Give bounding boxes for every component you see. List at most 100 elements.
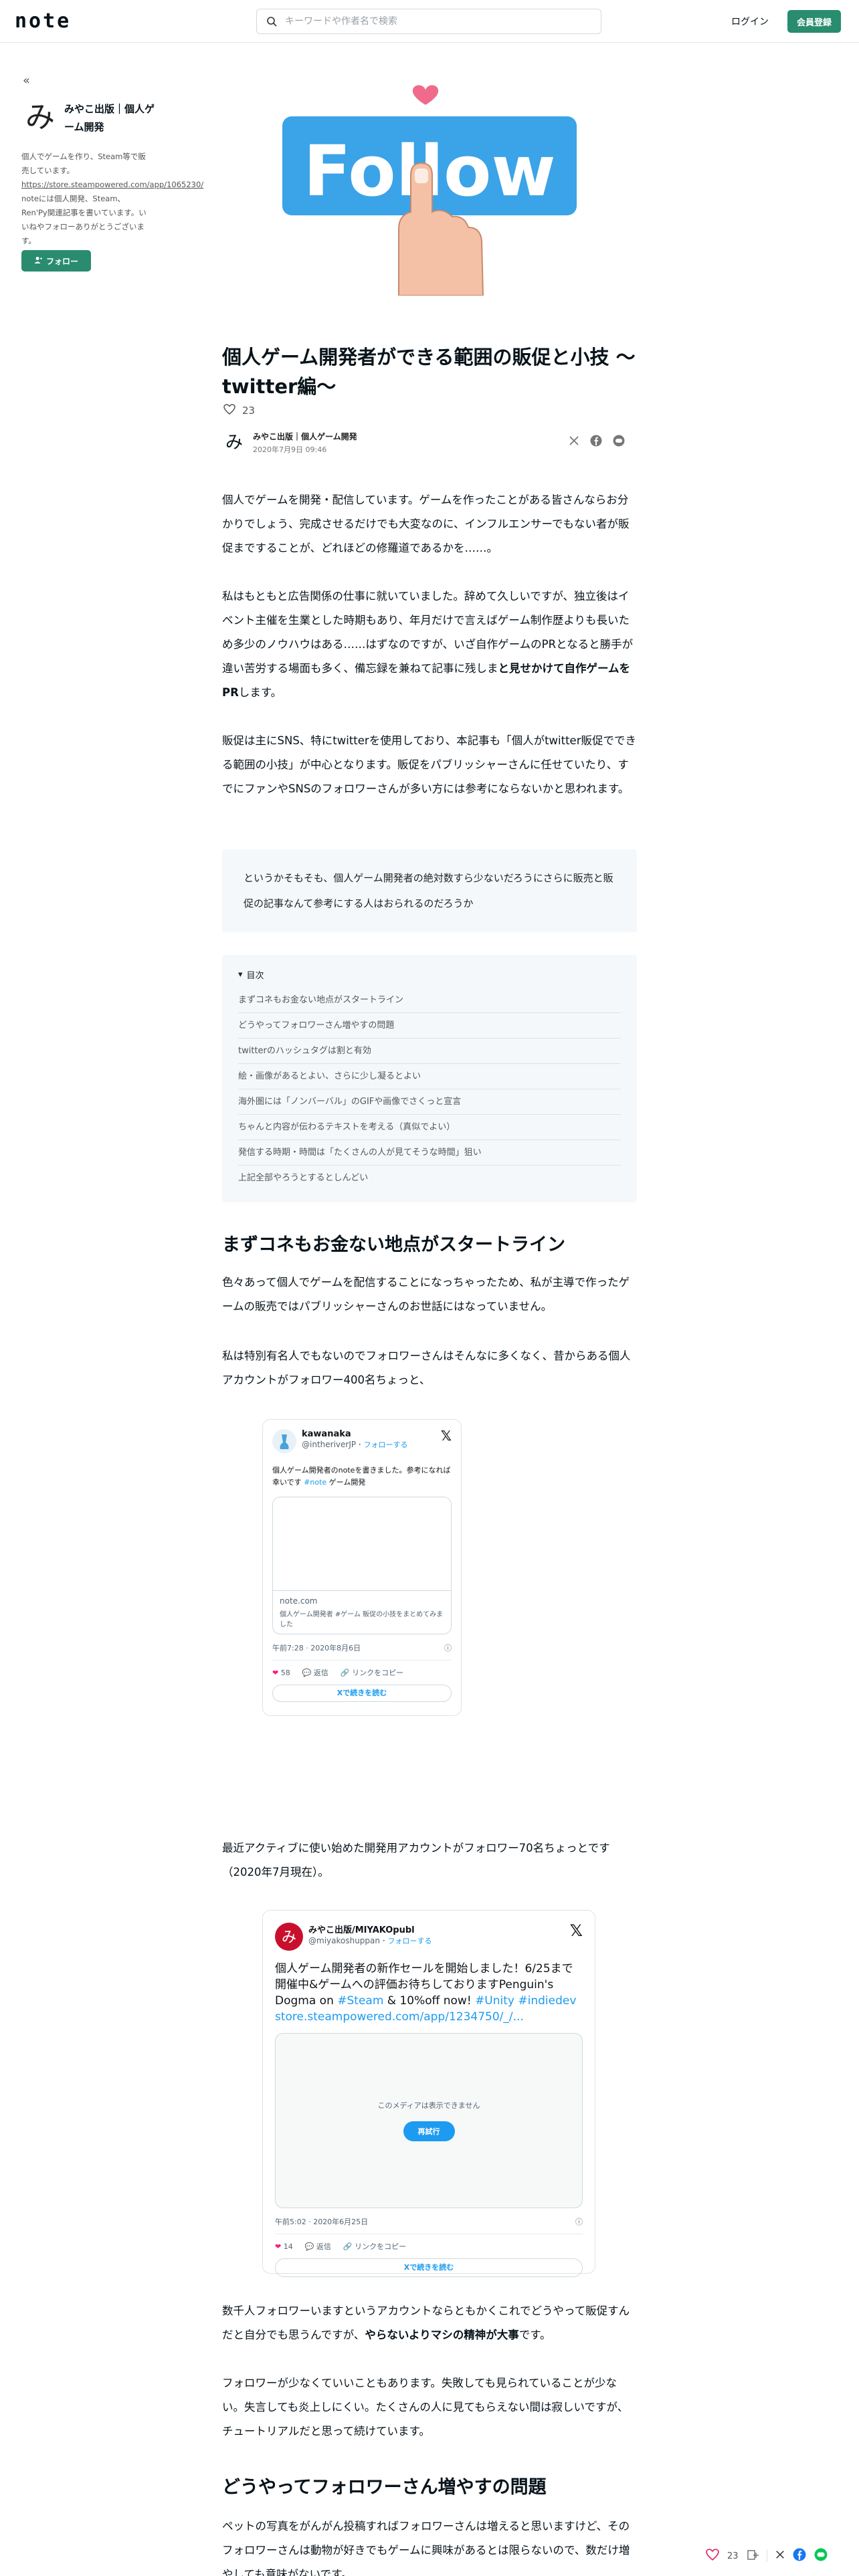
float-facebook-share-icon[interactable] <box>793 2548 806 2564</box>
paragraph-7-bold: やらないよりマシの精神が大事 <box>365 2329 519 2341</box>
tweet-avatar: み <box>275 1923 303 1953</box>
media-card: このメディアは表示できません 再試行 <box>275 2033 583 2208</box>
link-icon: 🔗 <box>343 2242 353 2251</box>
hero-image: Follow <box>268 75 591 296</box>
facebook-share-icon[interactable] <box>590 435 602 449</box>
card-domain: note.com <box>280 1596 318 1606</box>
tweet-reply[interactable]: 💬 返信 <box>305 2241 331 2252</box>
tweet-text: 個人ゲーム開発者のnoteを書きました。参考になれば幸いです #note ゲーム… <box>272 1465 452 1489</box>
tweet-follow-link[interactable]: フォローする <box>364 1440 408 1449</box>
tweet-copy-link[interactable]: 🔗 リンクをコピー <box>343 2241 406 2252</box>
search-input[interactable] <box>285 16 579 27</box>
tweet-time[interactable]: 午前7:28 · 2020年8月6日 <box>272 1642 361 1653</box>
info-icon[interactable]: ⓘ <box>575 2216 583 2227</box>
creator-avatar[interactable]: み <box>21 99 59 136</box>
collapse-sidebar-icon[interactable]: « <box>23 74 30 88</box>
x-share-icon[interactable] <box>569 435 579 449</box>
link-card[interactable]: note.com 個人ゲーム開発者 #ゲーム 販促の小技をまとめてみました <box>272 1497 452 1634</box>
tweet-hashtag[interactable]: #Steam <box>337 1994 383 2008</box>
toc-item[interactable]: ちゃんと内容が伝わるテキストを考える（真似でよい） <box>238 1115 621 1140</box>
toc-item[interactable]: 上記全部やろうとするとしんどい <box>238 1166 621 1191</box>
follow-label: フォロー <box>45 256 78 266</box>
post-date: 2020年7月9日 09:46 <box>253 445 327 454</box>
like-heart-icon[interactable] <box>223 404 235 417</box>
tweet-text-part: & 10%off now! <box>383 1994 476 2008</box>
table-of-contents: ▾ 目次 まずコネもお金ない地点がスタートライン どうやってフォロワーさん増やす… <box>222 955 637 1202</box>
magazine-add-icon[interactable] <box>747 2549 759 2563</box>
link-icon: 🔗 <box>340 1669 350 1677</box>
tweet-handle[interactable]: @miyakoshuppan <box>308 1936 380 1945</box>
tweet-time[interactable]: 午前5:02 · 2020年6月25日 <box>275 2216 368 2227</box>
embedded-tweet[interactable]: kawanaka @intheriverJP · フォローする 𝕏 個人ゲーム開… <box>262 1419 462 1716</box>
embedded-tweet[interactable]: み みやこ出版/MIYAKOpubl @miyakoshuppan · フォロー… <box>262 1910 595 2277</box>
card-title: 個人ゲーム開発者 #ゲーム 販促の小技をまとめてみました <box>280 1611 444 1628</box>
tweet-copy-label: リンクをコピー <box>352 1669 404 1677</box>
author-row[interactable]: み みやこ出版｜個人ゲーム開発 2020年7月9日 09:46 <box>223 431 357 455</box>
info-icon[interactable]: ⓘ <box>444 1642 452 1653</box>
tweet-reply-label: 返信 <box>316 2242 331 2251</box>
tweet-like[interactable]: ❤ 14 <box>275 2242 293 2251</box>
section-heading-1: まずコネもお金ない地点がスタートライン <box>222 1235 565 1255</box>
login-link[interactable]: ログイン <box>731 15 769 28</box>
float-like-count: 23 <box>727 2551 739 2561</box>
heart-icon <box>411 84 440 107</box>
tweet-hashtag[interactable]: #Unity <box>475 1994 514 2008</box>
x-logo-icon[interactable]: 𝕏 <box>570 1921 583 1940</box>
author-name[interactable]: みやこ出版｜個人ゲーム開発 <box>253 431 357 442</box>
read-more-button[interactable]: Xで続きを読む <box>272 1685 452 1702</box>
section-heading-2: どうやってフォロワーさん増やすの問題 <box>222 2477 547 2498</box>
toc-item[interactable]: 海外圏には「ノンバーバル」のGIFや画像でさくっと宣言 <box>238 1089 621 1115</box>
creator-name[interactable]: みやこ出版｜個人ゲーム開発 <box>64 100 158 136</box>
tweet-copy-link[interactable]: 🔗 リンクをコピー <box>341 1667 403 1678</box>
tweet-reply-label: 返信 <box>313 1669 328 1677</box>
tweet-author-name[interactable]: みやこ出版/MIYAKOpubl <box>308 1923 432 1935</box>
svg-text:み: み <box>282 1929 296 1946</box>
follow-button[interactable]: フォロー <box>21 250 91 272</box>
media-unavailable-text: このメディアは表示できません <box>377 2101 480 2110</box>
line-share-icon[interactable] <box>613 435 625 449</box>
paragraph-8: フォロワーが少なくていいこともあります。失敗しても見られていることが少ない。失言… <box>222 2377 629 2438</box>
toc-item[interactable]: 発信する時期・時間は「たくさんの人が見てそうな時間」狙い <box>238 1140 621 1166</box>
tweet-follow-link[interactable]: フォローする <box>387 1937 432 1945</box>
bio-text: 個人でゲームを作り、Steam等で販売しています。 <box>21 152 146 175</box>
author-avatar[interactable]: み <box>223 432 245 453</box>
tweet-author-name[interactable]: kawanaka <box>302 1429 408 1439</box>
signup-button[interactable]: 会員登録 <box>787 10 841 33</box>
float-line-share-icon[interactable] <box>814 2548 828 2564</box>
toc-item[interactable]: どうやってフォロワーさん増やすの問題 <box>238 1013 621 1039</box>
tweet-hashtag[interactable]: #note <box>304 1478 326 1487</box>
toc-item[interactable]: twitterのハッシュタグは割と有効 <box>238 1039 621 1064</box>
reply-icon: 💬 <box>302 1669 312 1677</box>
search-box[interactable] <box>256 9 601 34</box>
share-icons <box>569 435 625 449</box>
toc-title: 目次 <box>246 971 264 981</box>
bio-text-2: noteには個人開発、Steam、Ren'Py関連記事を書いています。いいねやフ… <box>21 194 147 245</box>
heart-icon: ❤ <box>275 2242 282 2251</box>
tweet-text-part: ゲーム開発 <box>328 1478 366 1487</box>
tweet-like[interactable]: ❤ 58 <box>272 1669 290 1677</box>
toc-header[interactable]: ▾ 目次 <box>238 968 621 981</box>
toc-item[interactable]: まずコネもお金ない地点がスタートライン <box>238 988 621 1013</box>
float-like-heart-icon[interactable] <box>706 2549 719 2563</box>
note-logo[interactable]: note <box>15 9 71 33</box>
heart-icon: ❤ <box>272 1668 279 1677</box>
read-more-button[interactable]: Xで続きを読む <box>275 2258 583 2277</box>
tweet-copy-label: リンクをコピー <box>355 2242 407 2251</box>
paragraph-3: 販促は主にSNS、特にtwitterを使用しており、本記事も「個人がtwitte… <box>222 734 636 795</box>
toc-item[interactable]: 絵・画像があるとよい、さらに少し凝るとよい <box>238 1064 621 1089</box>
tweet-handle[interactable]: @intheriverJP <box>302 1440 356 1449</box>
blockquote: というかそもそも、個人ゲーム開発者の絶対数すら少ないだろうにさらに販売と販促の記… <box>222 849 637 932</box>
top-header: note ログイン 会員登録 <box>0 0 859 43</box>
card-image <box>273 1497 451 1591</box>
retry-button[interactable]: 再試行 <box>403 2121 455 2141</box>
paragraph-7-end: です。 <box>518 2329 551 2341</box>
x-logo-icon[interactable]: 𝕏 <box>441 1428 452 1444</box>
tweet-url[interactable]: store.steampowered.com/app/1234750/_/... <box>275 2010 524 2024</box>
tweet-reply[interactable]: 💬 返信 <box>302 1667 328 1678</box>
float-x-share-icon[interactable] <box>775 2550 785 2562</box>
search-icon <box>266 16 277 27</box>
bio-link[interactable]: https://store.steampowered.com/app/10652… <box>21 180 203 189</box>
tweet-hashtag[interactable]: #indiedev <box>514 1994 576 2008</box>
like-row: 23 <box>223 404 255 417</box>
tweet-like-count: 58 <box>280 1668 290 1677</box>
